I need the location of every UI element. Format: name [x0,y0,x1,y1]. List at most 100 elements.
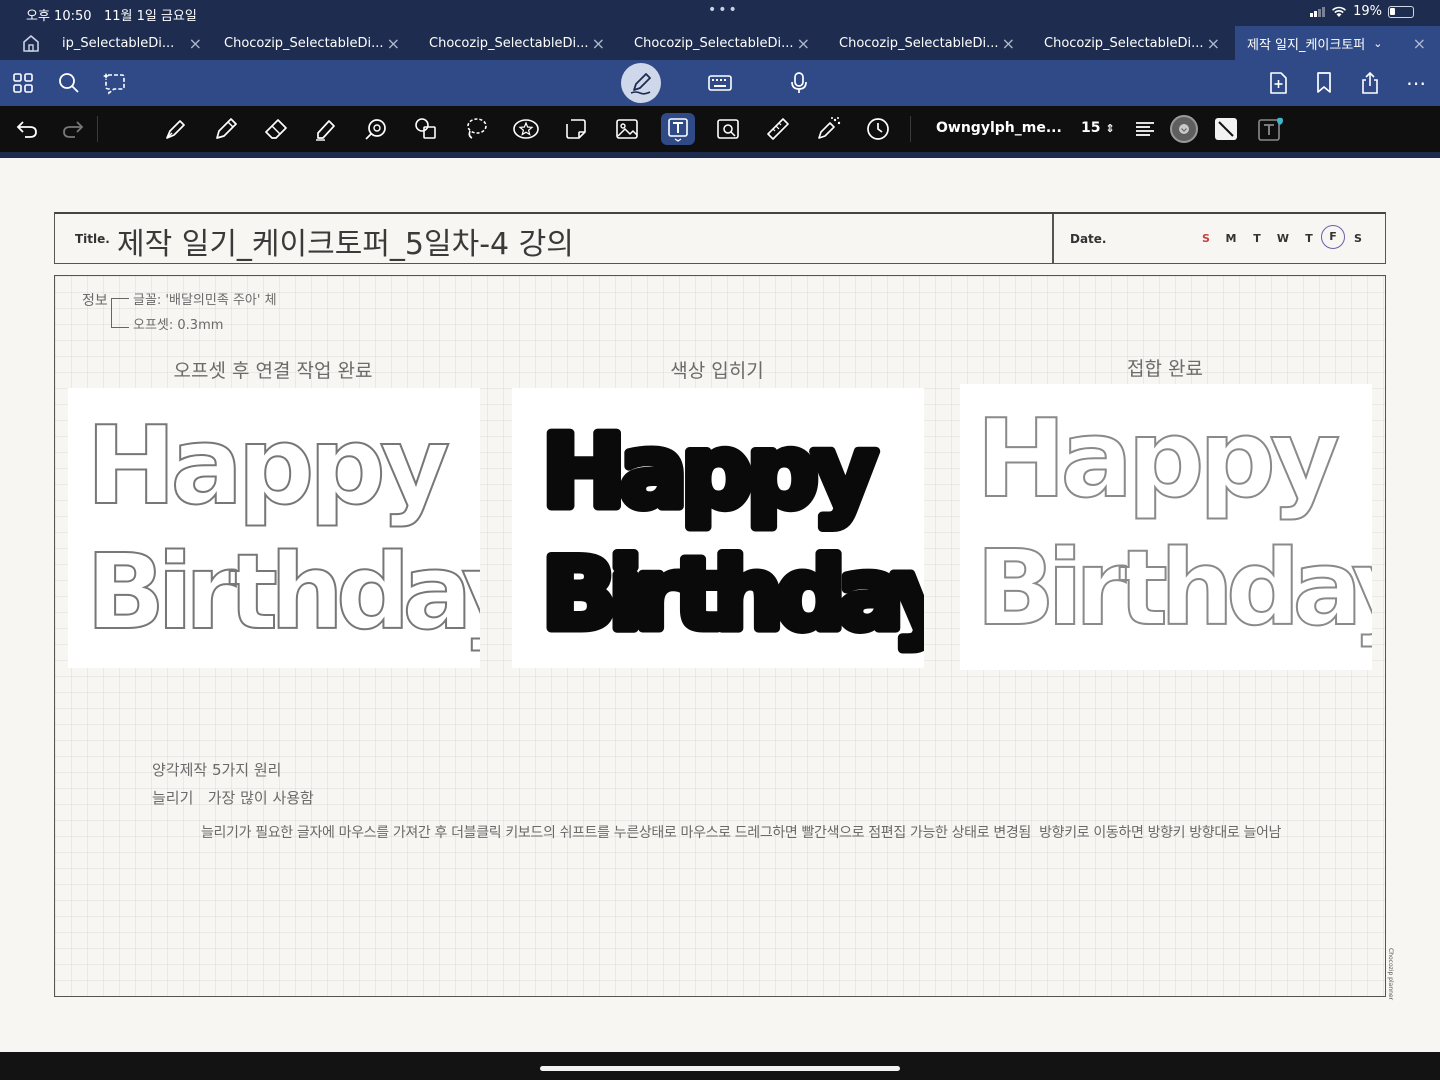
highlighter-icon[interactable] [311,114,341,144]
battery-icon [1388,5,1414,18]
close-tab-icon[interactable]: × [1002,34,1015,53]
weekday-mon[interactable]: M [1221,232,1241,245]
up-down-chevron-icon: ⇕ [1105,122,1115,135]
thumbnails-grid-icon[interactable] [8,68,38,98]
text-box-style-icon[interactable] [1255,114,1285,144]
text-background-icon[interactable] [1211,114,1241,144]
font-size-stepper[interactable]: 15 ⇕ [1081,120,1115,136]
image-icon[interactable] [612,114,642,144]
undo-icon[interactable] [12,114,42,144]
text-color-swatch[interactable] [1169,114,1199,144]
weekday-thu[interactable]: T [1299,232,1319,245]
planner-brand-mark: Chocozip planner [1387,948,1394,1001]
document-tab-active[interactable]: 제작 일지_케이크토퍼 ⌄ × [1235,26,1440,60]
weekday-wed[interactable]: W [1273,232,1293,245]
image-caption: 접합 완료 [1127,358,1203,380]
title-header: Title. 제작 일기_케이크토퍼_5일차-4 강의 Date. S M T … [54,212,1386,264]
note-body: 늘리기가 필요한 글자에 마우스를 가져간 후 더블클릭 키보드의 쉬프트를 누… [201,825,1282,841]
share-icon[interactable] [1355,68,1385,98]
status-time: 오후 10:50 11월 1일 금요일 [26,9,197,24]
svg-text:Happy: Happy [976,397,1339,522]
title-label: Title. [75,232,110,246]
document-tab[interactable]: Chocozip_SelectableDi... × [224,26,400,60]
camera-scan-icon[interactable] [713,114,743,144]
search-icon[interactable] [54,68,84,98]
history-clock-icon[interactable] [863,114,893,144]
home-icon[interactable] [16,32,46,54]
bookmark-icon[interactable] [1309,68,1339,98]
document-tab[interactable]: Chocozip_SelectableDi... × [1044,26,1220,60]
image-caption: 오프셋 후 연결 작업 완료 [173,360,373,382]
info-bracket [111,298,129,328]
shape-tool-icon[interactable] [361,114,391,144]
close-tab-icon[interactable]: × [592,34,605,53]
battery-percent: 19% [1353,4,1382,19]
svg-text:Happy: Happy [542,413,876,530]
page-title[interactable]: 제작 일기_케이크토퍼_5일차-4 강의 [117,219,574,263]
svg-text:Birthday: Birthday [976,527,1372,649]
pencil-icon[interactable] [211,114,241,144]
ruler-icon[interactable] [763,114,793,144]
home-indicator[interactable] [540,1066,900,1071]
lettering-graphic: Happy Birthday [538,409,968,657]
lettering-graphic: Happy Birthday [975,396,1426,650]
toolbar-divider [910,116,911,142]
document-tab-bar: ip_SelectableDi... × Chocozip_SelectableD… [0,26,1440,60]
sticker-icon[interactable] [561,114,591,144]
close-tab-icon[interactable]: × [1207,34,1220,53]
outline-lettering-image[interactable]: Happy Birthday [68,388,536,668]
weekday-sun[interactable]: S [1196,232,1216,245]
keyboard-icon[interactable] [705,68,735,98]
chevron-down-icon[interactable]: ⌄ [1373,37,1382,50]
shapes-icon[interactable] [411,114,441,144]
document-tab[interactable]: Chocozip_SelectableDi... × [839,26,1015,60]
laser-pointer-icon[interactable] [813,114,843,144]
weekday-tue[interactable]: T [1247,232,1267,245]
note-subheading: 늘리기 가장 많이 사용함 [152,789,314,807]
document-tab[interactable]: Chocozip_SelectableDi... × [634,26,810,60]
merged-lettering-image[interactable]: Happy Birthday [960,384,1426,670]
text-tool-button[interactable] [661,113,695,145]
date-divider [1052,214,1054,263]
wifi-icon [1332,6,1347,17]
close-tab-icon[interactable]: × [797,34,810,53]
ai-lasso-icon[interactable] [100,68,130,98]
font-name-selector[interactable]: Owngylph_me... [936,120,1062,136]
lettering-graphic: Happy Birthday [85,403,536,654]
redo-icon[interactable] [58,114,88,144]
document-tab[interactable]: ip_SelectableDi... × [62,26,202,60]
svg-text:Birthday: Birthday [86,531,480,653]
add-page-icon[interactable] [1263,68,1293,98]
info-label: 정보 [82,293,108,309]
toolbar-divider [97,116,98,142]
eraser-icon[interactable] [261,114,291,144]
navigation-bar: ⋯ [0,60,1440,106]
close-tab-icon[interactable]: × [1413,34,1426,53]
image-caption: 색상 입히기 [670,360,764,382]
close-tab-icon[interactable]: × [189,34,202,53]
svg-text:Happy: Happy [86,404,449,529]
svg-text:Birthday: Birthday [542,538,924,652]
more-options-icon[interactable]: ⋯ [1401,68,1431,98]
date-label: Date. [1070,232,1107,246]
document-tab[interactable]: Chocozip_SelectableDi... × [429,26,605,60]
weekday-fri-selected[interactable]: F [1321,225,1345,249]
filled-lettering-image[interactable]: Happy Birthday [512,388,968,668]
cellular-signal-icon [1310,6,1326,17]
grid-note-area[interactable]: 정보 글꼴: '배달의민족 주아' 체 오프셋: 0.3mm 오프셋 후 연결 … [54,275,1426,997]
weekday-sat[interactable]: S [1348,232,1368,245]
note-heading: 양각제작 5가지 원리 [152,761,282,779]
multitasking-dots-icon[interactable]: ••• [708,2,739,18]
microphone-icon[interactable] [784,68,814,98]
notebook-page[interactable]: Title. 제작 일기_케이크토퍼_5일차-4 강의 Date. S M T … [0,158,1440,1052]
status-indicators: 19% [1310,4,1414,19]
lasso-icon[interactable] [461,114,491,144]
info-font-note: 글꼴: '배달의민족 주아' 체 [133,293,277,308]
fountain-pen-icon[interactable] [161,114,191,144]
status-bar: 오후 10:50 11월 1일 금요일 ••• 19% [0,0,1440,26]
info-offset-note: 오프셋: 0.3mm [133,318,224,333]
align-text-icon[interactable] [1130,114,1160,144]
handwriting-mode-button[interactable] [621,63,661,103]
close-tab-icon[interactable]: × [387,34,400,53]
elements-star-icon[interactable] [511,114,541,144]
